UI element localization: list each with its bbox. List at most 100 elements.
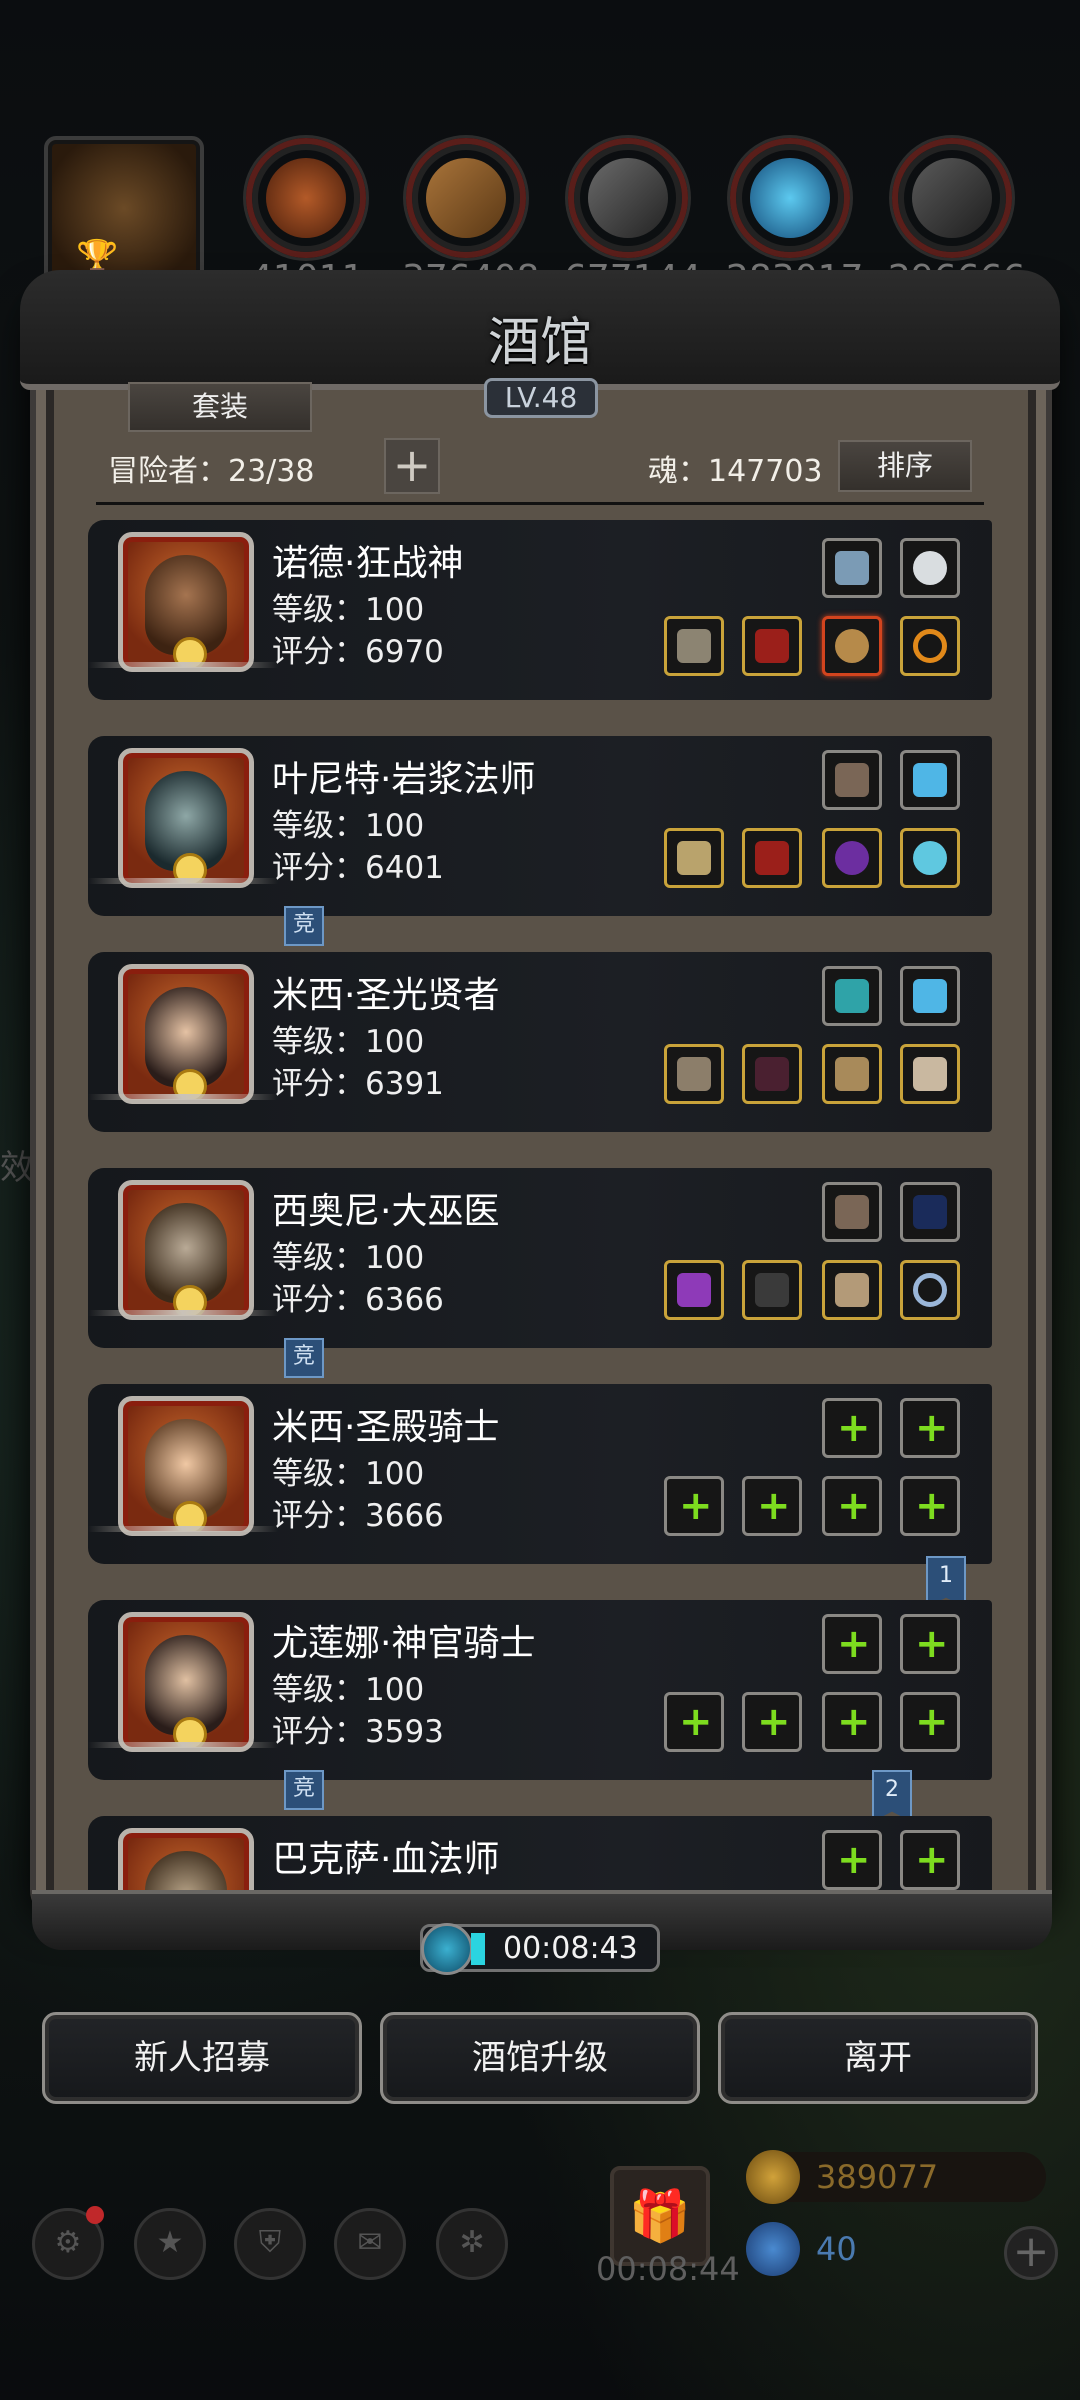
hero-portrait[interactable] [118, 532, 254, 672]
hero-level: 等级：100 [272, 1672, 425, 1708]
hero-card[interactable]: 叶尼特·岩浆法师 等级：100 评分：6401 [88, 736, 992, 916]
iron-icon[interactable] [568, 138, 688, 258]
tavern-title: 酒馆 [487, 313, 592, 373]
accessory-slot[interactable] [822, 616, 882, 676]
hero-name: 叶尼特·岩浆法师 [272, 759, 536, 800]
notification-dot [86, 2206, 104, 2224]
gold-display: 389077 [746, 2150, 1046, 2204]
hero-card[interactable]: 诺德·狂战神 等级：100 评分：6970 [88, 520, 992, 700]
empty-gear-slot-add-button[interactable]: + [742, 1692, 802, 1752]
hero-level: 等级：100 [272, 808, 425, 844]
tavern-level-badge: LV.48 [484, 378, 598, 418]
hero-portrait[interactable] [118, 1180, 254, 1320]
add-adventurer-slot-button[interactable]: + [384, 438, 440, 494]
meat-icon[interactable] [246, 138, 366, 258]
hero-score: 评分：6391 [272, 1066, 444, 1102]
hero-portrait[interactable] [118, 964, 254, 1104]
hero-level: 等级：100 [272, 1024, 425, 1060]
rune-slot[interactable] [900, 966, 960, 1026]
leave-button[interactable]: 离开 [718, 2012, 1038, 2104]
gold-value: 389077 [816, 2158, 939, 2196]
ring-slot[interactable] [900, 616, 960, 676]
hero-score: 评分：6970 [272, 634, 444, 670]
hero-card[interactable]: 西奥尼·大巫医 等级：100 评分：6366 [88, 1168, 992, 1348]
hero-card[interactable]: 米西·圣光贤者 等级：100 评分：6391 [88, 952, 992, 1132]
empty-gear-slot-add-button[interactable]: + [900, 1692, 960, 1752]
upgrade-tavern-button[interactable]: 酒馆升级 [380, 2012, 700, 2104]
team-rank-flag: 2 [872, 1770, 912, 1822]
sort-button[interactable]: 排序 [838, 440, 972, 492]
empty-rune-slot-add-button[interactable]: + [822, 1614, 882, 1674]
hero-score: 评分：6366 [272, 1282, 444, 1318]
hero-score: 评分：6401 [272, 850, 444, 886]
hero-score: 评分：3593 [272, 1714, 444, 1750]
accessory-slot[interactable] [822, 1044, 882, 1104]
hero-card[interactable]: 尤莲娜·神官骑士 等级：100 评分：3593 + + + + + + [88, 1600, 992, 1780]
rune-slot[interactable] [822, 538, 882, 598]
gift-timer: 00:08:44 [596, 2250, 740, 2288]
soul-count: 魂：147703 [648, 454, 823, 489]
weapon-slot[interactable] [664, 828, 724, 888]
weapon-slot[interactable] [664, 1260, 724, 1320]
empty-gear-slot-add-button[interactable]: + [822, 1692, 882, 1752]
hero-name: 尤莲娜·神官骑士 [272, 1623, 536, 1664]
rune-slot[interactable] [822, 966, 882, 1026]
rune-slot[interactable] [900, 1182, 960, 1242]
rune-slot[interactable] [900, 538, 960, 598]
empty-rune-slot-add-button[interactable]: + [900, 1614, 960, 1674]
armor-slot[interactable] [742, 828, 802, 888]
ring-slot[interactable] [900, 1260, 960, 1320]
empty-gear-slot-add-button[interactable]: + [742, 1476, 802, 1536]
rune-slot[interactable] [822, 750, 882, 810]
empty-gear-slot-add-button[interactable]: + [664, 1692, 724, 1752]
rune-slot[interactable] [900, 750, 960, 810]
scroll-slot[interactable] [900, 1044, 960, 1104]
empty-rune-slot-add-button[interactable]: + [822, 1830, 882, 1890]
refresh-timer: 00:08:43 [420, 1923, 660, 1975]
hero-name: 巴克萨·血法师 [272, 1839, 500, 1880]
hero-list[interactable]: 诺德·狂战神 等级：100 评分：6970 叶尼特·岩浆法师 等级：100 评分… [88, 516, 992, 1900]
accessory-slot[interactable] [822, 1260, 882, 1320]
timer-progress [471, 1933, 485, 1965]
add-currency-icon: + [1004, 2226, 1058, 2280]
weapon-slot[interactable] [664, 616, 724, 676]
gold-coin-icon [746, 2150, 800, 2204]
empty-rune-slot-add-button[interactable]: + [900, 1830, 960, 1890]
timer-text: 00:08:43 [503, 1931, 638, 1966]
hero-level: 等级：100 [272, 1456, 425, 1492]
hero-level: 等级：100 [272, 1240, 425, 1276]
mail-icon: ✉ [334, 2208, 406, 2280]
empty-gear-slot-add-button[interactable]: + [900, 1476, 960, 1536]
stone-icon[interactable] [892, 138, 1012, 258]
empty-gear-slot-add-button[interactable]: + [822, 1476, 882, 1536]
armor-slot[interactable] [742, 1260, 802, 1320]
crystal-icon[interactable] [730, 138, 850, 258]
armor-slot[interactable] [742, 1044, 802, 1104]
empty-rune-slot-add-button[interactable]: + [822, 1398, 882, 1458]
hero-portrait[interactable] [118, 1612, 254, 1752]
outfit-button[interactable]: 套装 [128, 382, 312, 432]
competitive-tag: 竞 [284, 1338, 324, 1378]
armor-slot[interactable] [742, 616, 802, 676]
wood-icon[interactable] [406, 138, 526, 258]
weapon-slot[interactable] [664, 1044, 724, 1104]
hero-level: 等级：100 [272, 592, 425, 628]
rune-slot[interactable] [822, 1182, 882, 1242]
gem-value: 40 [816, 2230, 857, 2268]
accessory-slot[interactable] [822, 828, 882, 888]
gear-icon: ✲ [436, 2208, 508, 2280]
empty-rune-slot-add-button[interactable]: + [900, 1398, 960, 1458]
gem-icon [746, 2222, 800, 2276]
ring-slot[interactable] [900, 828, 960, 888]
empty-gear-slot-add-button[interactable]: + [664, 1476, 724, 1536]
hero-portrait[interactable] [118, 1396, 254, 1536]
hero-card[interactable]: 巴克萨·血法师 + + [88, 1816, 992, 1900]
recruit-button[interactable]: 新人招募 [42, 2012, 362, 2104]
hero-portrait[interactable] [118, 748, 254, 888]
hero-name: 米西·圣殿骑士 [272, 1407, 500, 1448]
competitive-tag: 竞 [284, 906, 324, 946]
hero-card[interactable]: 米西·圣殿骑士 等级：100 评分：3666 + + + + + + [88, 1384, 992, 1564]
hero-score: 评分：3666 [272, 1498, 444, 1534]
shield-icon: ⛨ [234, 2208, 306, 2280]
hero-name: 米西·圣光贤者 [272, 975, 500, 1016]
